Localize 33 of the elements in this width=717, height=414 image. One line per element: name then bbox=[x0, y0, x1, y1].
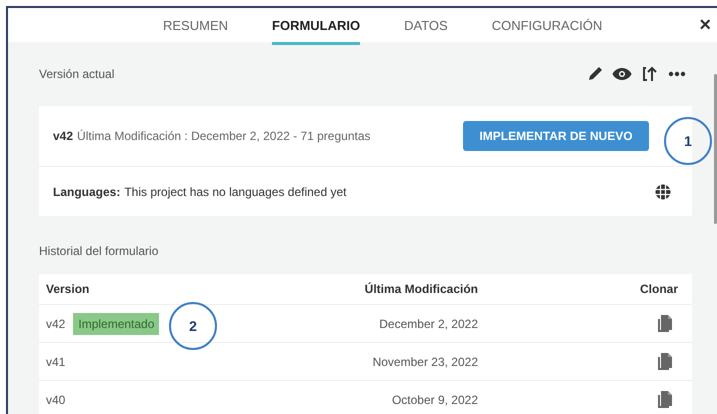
table-cell: v40 bbox=[46, 392, 66, 406]
tab[interactable]: FORMULARIO bbox=[272, 8, 360, 45]
callout-marker: 2 bbox=[169, 302, 217, 350]
globe-icon[interactable] bbox=[655, 184, 671, 200]
version-label: v42 bbox=[53, 129, 74, 143]
languages-label: Languages: bbox=[53, 184, 120, 198]
tab[interactable]: DATOS bbox=[404, 8, 448, 45]
table-cell: v41 bbox=[46, 354, 66, 368]
pencil-icon[interactable] bbox=[587, 66, 603, 82]
status-badge: Implementado bbox=[73, 312, 160, 334]
eye-icon[interactable] bbox=[612, 67, 632, 81]
scrollbar[interactable] bbox=[714, 74, 717, 224]
table-cell: v42 bbox=[46, 316, 66, 330]
copy-icon[interactable] bbox=[658, 315, 672, 332]
table-cell-text: December 2, 2022 bbox=[378, 316, 478, 330]
column-header: Version bbox=[46, 282, 90, 296]
close-button[interactable]: × bbox=[699, 15, 711, 35]
column-header: Última Modificación bbox=[364, 282, 478, 296]
table-cell-text: October 9, 2022 bbox=[390, 392, 478, 406]
tab[interactable]: CONFIGURACIÓN bbox=[492, 8, 602, 45]
languages-text: This project has no languages defined yet bbox=[124, 184, 346, 198]
copy-icon[interactable] bbox=[658, 391, 672, 408]
section-title: Versión actual bbox=[39, 67, 114, 81]
redeploy-button[interactable]: IMPLEMENTAR DE NUEVO bbox=[463, 121, 649, 151]
copy-icon[interactable] bbox=[658, 353, 672, 370]
more-icon[interactable] bbox=[668, 71, 686, 77]
sync-icon[interactable] bbox=[641, 65, 659, 83]
tab[interactable]: RESUMEN bbox=[163, 8, 228, 45]
section-title: Historial del formulario bbox=[39, 244, 160, 258]
callout-marker: 1 bbox=[664, 117, 712, 165]
column-header: Clonar bbox=[638, 282, 678, 296]
table-cell-text: November 23, 2022 bbox=[372, 354, 478, 368]
version-details: Última Modificación : December 2, 2022 - 71 preguntas bbox=[77, 129, 371, 143]
